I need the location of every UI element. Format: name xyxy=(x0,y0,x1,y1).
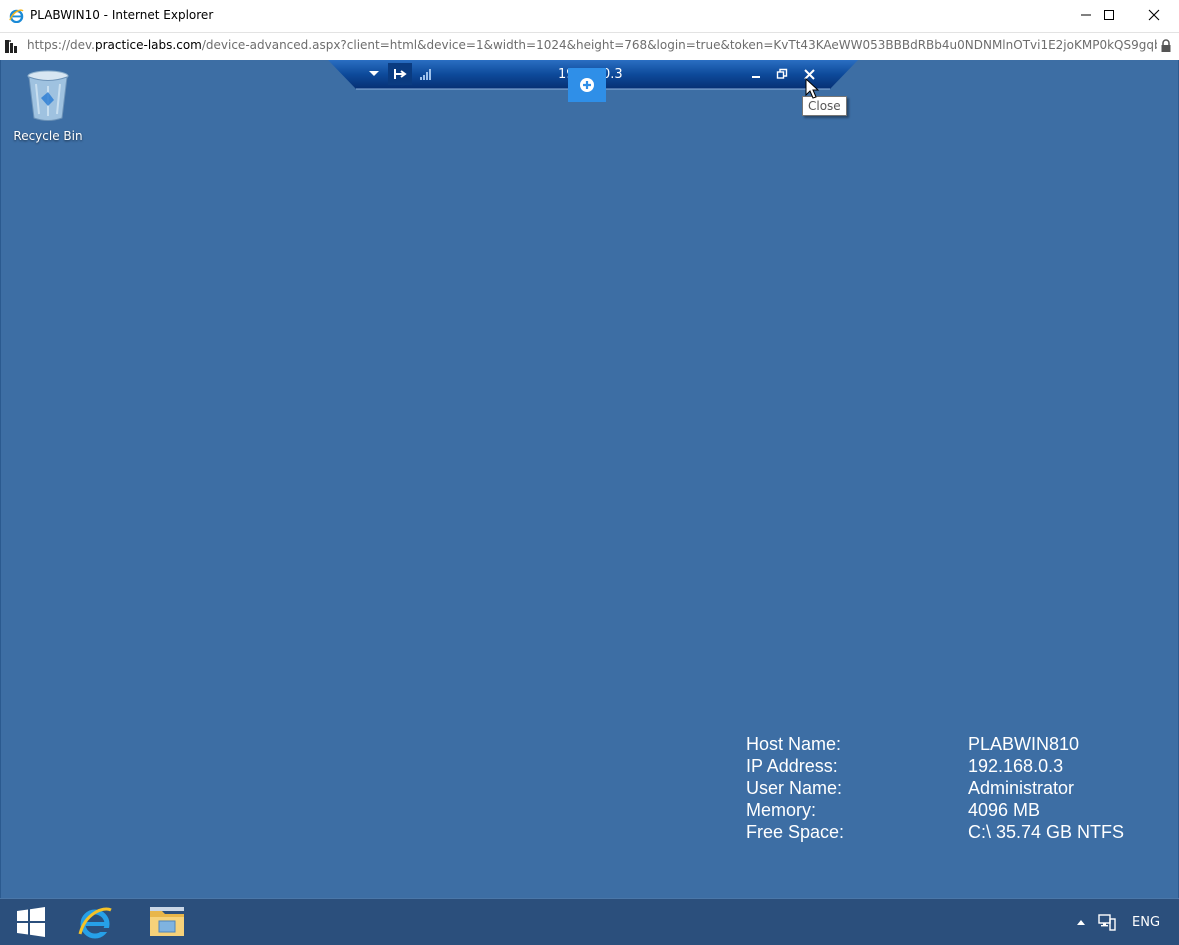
start-button[interactable] xyxy=(8,899,54,945)
window-titlebar: PLABWIN10 - Internet Explorer xyxy=(0,0,1179,32)
host-name-value: PLABWIN810 xyxy=(968,734,1080,754)
lock-icon[interactable] xyxy=(1160,39,1172,53)
chevron-down-icon xyxy=(369,71,379,76)
free-space-value: C:\ 35.74 GB NTFS xyxy=(968,822,1125,842)
network-icon xyxy=(1098,914,1116,931)
minimize-icon xyxy=(752,76,760,78)
pin-toolbar-button[interactable] xyxy=(388,63,412,85)
show-hidden-icons-button[interactable] xyxy=(1076,918,1086,926)
url-host: practice-labs.com xyxy=(95,38,202,52)
system-info-panel: Host Name: PLABWIN810 IP Address: 192.16… xyxy=(746,733,1124,843)
toolbar-menu-button[interactable] xyxy=(364,64,384,84)
address-bar[interactable]: https://dev.practice-labs.com/device-adv… xyxy=(0,32,1179,61)
info-row-ip: IP Address: 192.168.0.3 xyxy=(746,755,1124,777)
input-language-indicator[interactable]: ENG xyxy=(1132,915,1160,930)
remote-minimize-button[interactable] xyxy=(746,64,766,84)
ip-address-value: 192.168.0.3 xyxy=(968,756,1064,776)
user-name-value: Administrator xyxy=(968,778,1075,798)
url-field[interactable]: https://dev.practice-labs.com/device-adv… xyxy=(27,38,1157,52)
ie-icon xyxy=(9,9,24,23)
url-prefix: https://dev. xyxy=(27,38,95,52)
host-name-label: Host Name: xyxy=(746,734,842,754)
remote-desktop[interactable]: Recycle Bin 19 0.3 Host Name: PLABWIN810… xyxy=(0,60,1179,898)
remote-restore-button[interactable] xyxy=(772,64,792,84)
network-status-button[interactable] xyxy=(1098,913,1116,931)
maximize-button[interactable] xyxy=(1086,0,1132,30)
info-row-free-space: Free Space: C:\ 35.74 GB NTFS xyxy=(746,821,1124,843)
taskbar-internet-explorer[interactable] xyxy=(70,899,120,945)
info-row-user: User Name: Administrator xyxy=(746,777,1124,799)
taskbar-file-explorer[interactable] xyxy=(142,899,192,945)
taskbar: ENG xyxy=(0,898,1179,945)
expand-toolbar-button[interactable] xyxy=(568,68,606,102)
folder-icon xyxy=(150,907,184,936)
url-path: /device-advanced.aspx?client=html&device… xyxy=(201,38,1157,52)
connection-quality-indicator[interactable] xyxy=(416,64,436,84)
info-row-memory: Memory: 4096 MB xyxy=(746,799,1124,821)
windows-logo-icon xyxy=(17,907,45,937)
system-tray: ENG xyxy=(1076,899,1160,945)
ie-icon xyxy=(78,907,112,939)
free-space-label: Free Space: xyxy=(746,822,845,842)
signal-bars-icon xyxy=(420,69,431,80)
info-row-host: Host Name: PLABWIN810 xyxy=(746,733,1124,755)
chevron-up-icon xyxy=(1077,920,1085,925)
close-icon xyxy=(1148,9,1160,21)
memory-value: 4096 MB xyxy=(968,800,1041,820)
ip-address-label: IP Address: xyxy=(746,756,838,776)
recycle-bin-label: Recycle Bin xyxy=(13,129,83,143)
user-name-label: User Name: xyxy=(746,778,843,798)
maximize-icon xyxy=(1104,10,1114,20)
close-window-button[interactable] xyxy=(1131,0,1177,30)
recycle-bin[interactable]: Recycle Bin xyxy=(9,68,87,143)
memory-label: Memory: xyxy=(746,800,817,820)
site-favicon-icon xyxy=(5,40,17,53)
window-title: PLABWIN10 - Internet Explorer xyxy=(30,8,214,22)
plus-circle-icon xyxy=(580,78,594,92)
restore-icon xyxy=(776,68,788,79)
recycle-bin-icon xyxy=(27,70,69,121)
mouse-cursor-icon xyxy=(805,78,819,99)
pin-icon xyxy=(394,69,407,79)
